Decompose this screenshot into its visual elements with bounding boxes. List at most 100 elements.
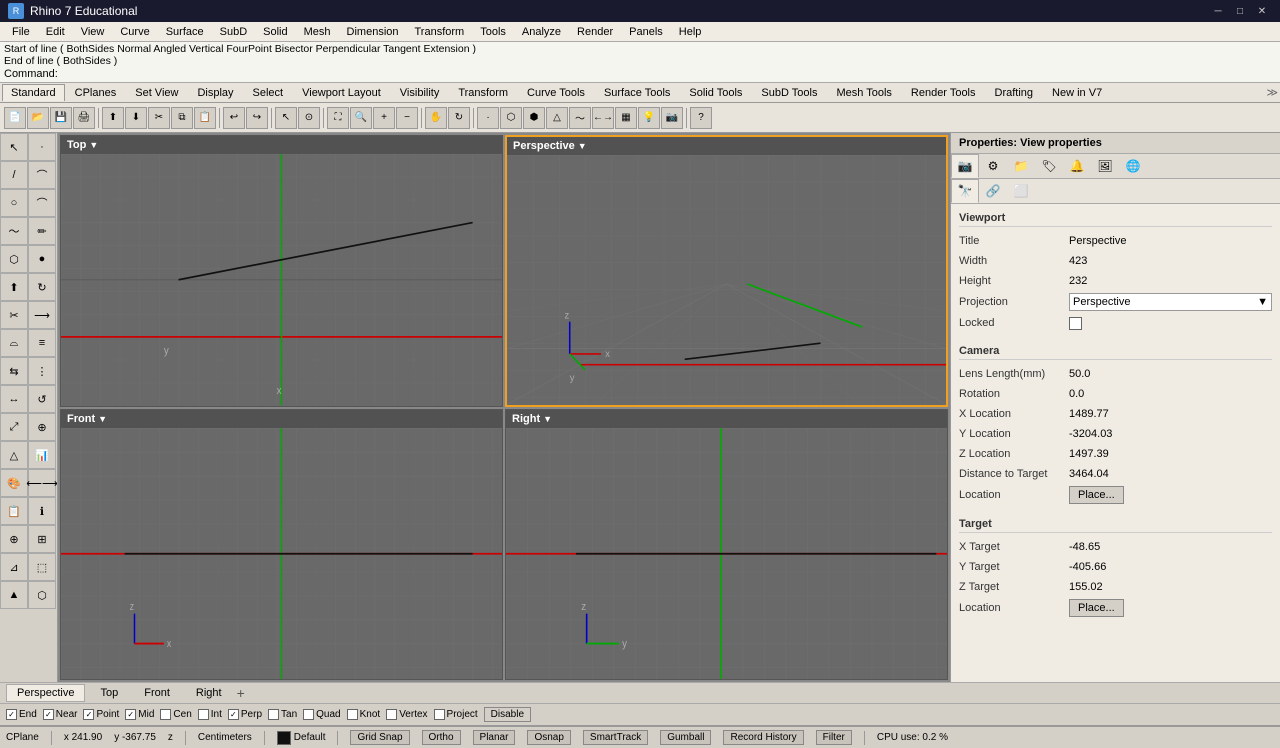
tool-surface[interactable]: ⬡: [500, 107, 522, 129]
snap-quad-check[interactable]: [303, 709, 314, 720]
menu-mesh[interactable]: Mesh: [296, 24, 339, 40]
viewport-perspective-header[interactable]: Perspective ▼: [507, 137, 946, 155]
vptab-front[interactable]: Front: [133, 684, 181, 702]
tool-export[interactable]: ⬆: [102, 107, 124, 129]
panel-tab-settings[interactable]: ⚙: [979, 154, 1007, 178]
menu-file[interactable]: File: [4, 24, 38, 40]
tool-arrow[interactable]: ▲: [0, 581, 28, 609]
viewport-top[interactable]: Top ▼: [60, 135, 503, 407]
tool-sphere[interactable]: ●: [28, 245, 56, 273]
tool-help[interactable]: ?: [690, 107, 712, 129]
tab-subd-tools[interactable]: SubD Tools: [752, 84, 826, 101]
menu-help[interactable]: Help: [671, 24, 710, 40]
tab-mesh-tools[interactable]: Mesh Tools: [827, 84, 900, 101]
tool-select-btn[interactable]: ↖: [0, 133, 28, 161]
tool-layer[interactable]: 📋: [0, 497, 28, 525]
viewport-right-header[interactable]: Right ▼: [506, 410, 947, 428]
tab-standard[interactable]: Standard: [2, 84, 65, 101]
osnap-btn[interactable]: Osnap: [527, 730, 570, 745]
snap-knot[interactable]: Knot: [347, 709, 381, 720]
tool-analysis[interactable]: 📊: [28, 441, 56, 469]
viewport-top-header[interactable]: Top ▼: [61, 136, 502, 154]
tab-cplanes[interactable]: CPlanes: [66, 84, 126, 101]
snap-end[interactable]: End: [6, 709, 37, 720]
snap-perp[interactable]: Perp: [228, 709, 262, 720]
panel-tab-globe[interactable]: 🌐: [1119, 154, 1147, 178]
vptab-add[interactable]: +: [237, 685, 245, 701]
tab-visibility[interactable]: Visibility: [391, 84, 449, 101]
tool-polyline[interactable]: ⌒: [28, 161, 56, 189]
tool-new[interactable]: 📄: [4, 107, 26, 129]
snap-project[interactable]: Project: [434, 709, 478, 720]
menu-render[interactable]: Render: [569, 24, 621, 40]
tool-select[interactable]: ↖: [275, 107, 297, 129]
snap-near-check[interactable]: [43, 709, 54, 720]
restore-button[interactable]: □: [1230, 3, 1250, 19]
viewport-front[interactable]: Front ▼: [60, 409, 503, 681]
menu-transform[interactable]: Transform: [407, 24, 473, 40]
panel-subtab-rect[interactable]: ⬜: [1007, 179, 1035, 203]
tool-zoom-in[interactable]: +: [373, 107, 395, 129]
panel-subtab-link[interactable]: 🔗: [979, 179, 1007, 203]
panel-tab-bell[interactable]: 🔔: [1063, 154, 1091, 178]
snap-tan[interactable]: Tan: [268, 709, 297, 720]
tool-undo[interactable]: ↩: [223, 107, 245, 129]
snap-vertex-check[interactable]: [386, 709, 397, 720]
menu-edit[interactable]: Edit: [38, 24, 73, 40]
tool-lasso[interactable]: ⊙: [298, 107, 320, 129]
tool-pan[interactable]: ✋: [425, 107, 447, 129]
vptab-right[interactable]: Right: [185, 684, 233, 702]
smarttrack-btn[interactable]: SmartTrack: [583, 730, 648, 745]
snap-near[interactable]: Near: [43, 709, 78, 720]
snap-knot-check[interactable]: [347, 709, 358, 720]
prop-target-location-btn[interactable]: Place...: [1069, 599, 1124, 617]
tool-offset[interactable]: ≡: [28, 329, 56, 357]
tab-transform[interactable]: Transform: [449, 84, 517, 101]
tool-print[interactable]: 🖨: [73, 107, 95, 129]
vptab-perspective[interactable]: Perspective: [6, 684, 85, 702]
tool-camera2[interactable]: 📷: [661, 107, 683, 129]
tool-redo[interactable]: ↪: [246, 107, 268, 129]
tool-snap2[interactable]: ⊕: [0, 525, 28, 553]
snap-project-check[interactable]: [434, 709, 445, 720]
tool-curve2[interactable]: 〜: [0, 217, 28, 245]
panel-tab-tag[interactable]: 🏷: [1035, 154, 1063, 178]
tool-subd[interactable]: ⬡: [28, 581, 56, 609]
snap-end-check[interactable]: [6, 709, 17, 720]
minimize-button[interactable]: ─: [1208, 3, 1228, 19]
record-history-btn[interactable]: Record History: [723, 730, 803, 745]
tool-open[interactable]: 📂: [27, 107, 49, 129]
menu-surface[interactable]: Surface: [158, 24, 212, 40]
tool-array[interactable]: ⋮: [28, 357, 56, 385]
tool-import[interactable]: ⬇: [125, 107, 147, 129]
tool-rotate2[interactable]: ↺: [28, 385, 56, 413]
menu-curve[interactable]: Curve: [112, 24, 157, 40]
tool-dim[interactable]: ←→: [592, 107, 614, 129]
command-input-field[interactable]: [62, 67, 462, 81]
tool-points[interactable]: ·: [477, 107, 499, 129]
grid-snap-btn[interactable]: Grid Snap: [350, 730, 409, 745]
tab-curve-tools[interactable]: Curve Tools: [518, 84, 594, 101]
tool-view3[interactable]: ⬚: [28, 553, 56, 581]
tool-trim[interactable]: ✂: [0, 301, 28, 329]
tab-set-view[interactable]: Set View: [126, 84, 187, 101]
ortho-btn[interactable]: Ortho: [422, 730, 461, 745]
tool-freeform[interactable]: ✏: [28, 217, 56, 245]
close-button[interactable]: ✕: [1252, 3, 1272, 19]
prop-locked-checkbox[interactable]: [1069, 317, 1082, 330]
tool-mesh2[interactable]: △: [0, 441, 28, 469]
vptab-top[interactable]: Top: [89, 684, 129, 702]
tab-select[interactable]: Select: [244, 84, 293, 101]
tool-cut[interactable]: ✂: [148, 107, 170, 129]
snap-cen[interactable]: Cen: [160, 709, 191, 720]
snap-point-check[interactable]: [83, 709, 94, 720]
tool-zoom-out[interactable]: −: [396, 107, 418, 129]
tool-prop[interactable]: ℹ: [28, 497, 56, 525]
snap-tan-check[interactable]: [268, 709, 279, 720]
tab-render-tools[interactable]: Render Tools: [902, 84, 985, 101]
tool-hatch[interactable]: ▦: [615, 107, 637, 129]
filter-btn[interactable]: Filter: [816, 730, 852, 745]
tool-grid[interactable]: ⊞: [28, 525, 56, 553]
tool-cplane[interactable]: ⊿: [0, 553, 28, 581]
snap-mid-check[interactable]: [125, 709, 136, 720]
